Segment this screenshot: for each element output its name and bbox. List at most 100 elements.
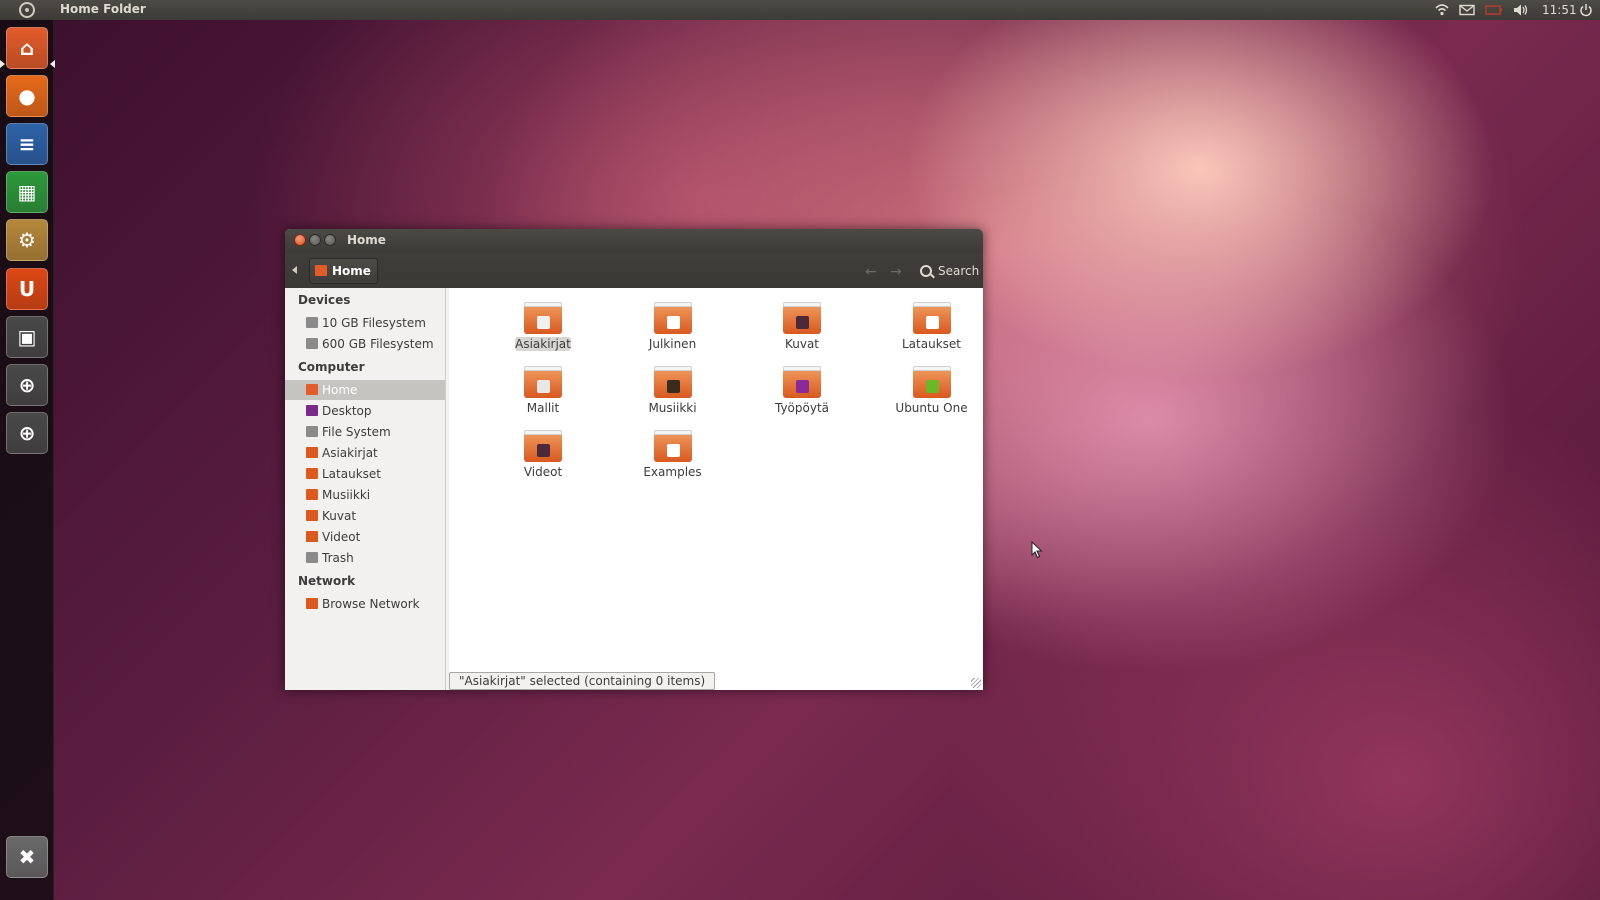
folder-examples[interactable]: Examples <box>613 426 733 486</box>
home-folder-icon: ⌂ <box>19 36 35 60</box>
sidebar-item-asiakirjat[interactable]: Asiakirjat <box>285 443 445 463</box>
sidebar-item-label: Kuvat <box>322 509 357 523</box>
folder-kuvat[interactable]: Kuvat <box>742 298 862 358</box>
folder-mallit[interactable]: Mallit <box>483 362 603 422</box>
close-button[interactable] <box>294 234 306 246</box>
software-center-icon: ⚙ <box>18 228 36 252</box>
desktop-folder-icon <box>783 366 821 398</box>
folder-asiakirjat[interactable]: Asiakirjat <box>483 298 603 358</box>
launcher-item-dash-files[interactable]: ⊕ <box>6 412 48 454</box>
file-view: Asiakirjat Julkinen Kuvat Lataukset Mallit Mu… <box>449 288 983 690</box>
sidebar-section-network: Network <box>298 574 356 588</box>
power-icon[interactable] <box>1579 2 1593 18</box>
toolbar: Home ← → Search <box>285 253 983 288</box>
downloads-folder-icon <box>912 302 951 334</box>
documents-folder-icon <box>306 447 318 458</box>
status-bar: "Asiakirjat" selected (containing 0 item… <box>449 672 716 690</box>
files-lens-icon: ⊕ <box>18 421 36 445</box>
sidebar-item-label: Lataukset <box>322 467 381 481</box>
breadcrumb-scroll-left-icon[interactable] <box>292 266 297 274</box>
trash-icon <box>306 552 318 563</box>
mouse-pointer-icon <box>1031 541 1043 559</box>
file-label: Musiikki <box>648 401 697 415</box>
breadcrumb-home-button[interactable]: Home <box>309 258 378 284</box>
launcher-item-home-folder[interactable]: ⌂ <box>6 27 48 69</box>
resize-grip[interactable] <box>971 678 981 688</box>
desktop-icon <box>306 405 318 416</box>
drive-icon <box>306 317 318 328</box>
trash-icon: ✖ <box>18 845 36 869</box>
window-title: Home <box>347 233 386 247</box>
sidebar-item-label: 600 GB Filesystem <box>322 337 434 351</box>
file-label: Videot <box>523 465 563 479</box>
file-label: Julkinen <box>648 337 697 351</box>
app-title: Home Folder <box>60 2 146 16</box>
folder-ty-p-yt-[interactable]: Työpöytä <box>742 362 862 422</box>
active-indicator <box>50 60 55 68</box>
file-label: Ubuntu One <box>895 401 968 415</box>
sidebar-item-label: Desktop <box>322 404 372 418</box>
launcher-item-writer[interactable]: ≡ <box>6 123 48 165</box>
sidebar-section-devices: Devices <box>298 293 351 307</box>
sidebar-item-kuvat[interactable]: Kuvat <box>285 506 445 526</box>
title-bar[interactable]: Home <box>285 229 983 253</box>
launcher-item-calc[interactable]: ▦ <box>6 171 48 213</box>
launcher-item-workspaces[interactable]: ▣ <box>6 316 48 358</box>
applications-lens-icon: ⊕ <box>18 373 36 397</box>
sidebar-item-10-gb-filesystem[interactable]: 10 GB Filesystem <box>285 313 445 333</box>
search-button[interactable]: Search <box>919 262 979 280</box>
sidebar-item-browse-network[interactable]: Browse Network <box>285 594 445 614</box>
videos-folder-icon <box>306 531 318 542</box>
ubuntu-one-folder-icon <box>912 366 951 398</box>
sidebar-item-label: File System <box>322 425 391 439</box>
launcher-item-trash[interactable]: ✖ <box>6 836 48 878</box>
sidebar-item-label: 10 GB Filesystem <box>322 316 426 330</box>
search-label: Search <box>938 264 980 278</box>
sidebar-item-label: Asiakirjat <box>322 446 378 460</box>
folder-ubuntu-one[interactable]: Ubuntu One <box>872 362 992 422</box>
launcher-item-software-center[interactable]: ⚙ <box>6 219 48 261</box>
sidebar-item-lataukset[interactable]: Lataukset <box>285 464 445 484</box>
folder-videot[interactable]: Videot <box>483 426 603 486</box>
sidebar-item-label: Videot <box>322 530 361 544</box>
drive-icon <box>306 338 318 349</box>
sidebar-item-videot[interactable]: Videot <box>285 527 445 547</box>
file-label: Kuvat <box>784 337 820 351</box>
filesystem-icon <box>306 426 318 437</box>
workspace-switcher-icon: ▣ <box>17 325 37 349</box>
places-sidebar: Devices 10 GB Filesystem 600 GB Filesystem… <box>285 288 446 690</box>
sidebar-item-home[interactable]: Home <box>285 380 445 400</box>
clock[interactable]: 11:51 <box>1542 2 1577 18</box>
folder-lataukset[interactable]: Lataukset <box>872 298 992 358</box>
writer-icon: ≡ <box>18 132 36 156</box>
sidebar-item-trash[interactable]: Trash <box>285 548 445 568</box>
launcher-item-dash-applications[interactable]: ⊕ <box>6 364 48 406</box>
music-folder-icon <box>306 489 318 500</box>
launcher-item-firefox[interactable]: ● <box>6 75 48 117</box>
sidebar-item-600-gb-filesystem[interactable]: 600 GB Filesystem <box>285 334 445 354</box>
folder-musiikki[interactable]: Musiikki <box>613 362 733 422</box>
volume-icon[interactable] <box>1512 2 1530 18</box>
battery-icon[interactable] <box>1485 2 1503 18</box>
network-icon <box>306 598 318 609</box>
mail-icon[interactable] <box>1459 2 1475 18</box>
back-arrow-icon[interactable]: ← <box>865 264 877 280</box>
templates-folder-icon <box>524 366 562 398</box>
sidebar-item-label: Home <box>322 383 358 397</box>
public-folder-icon <box>653 302 692 334</box>
file-manager-window: Home Home ← → Search Devices 10 GB Filesy… <box>285 229 983 690</box>
minimize-button[interactable] <box>309 234 321 246</box>
file-label: Examples <box>643 465 702 479</box>
search-icon <box>920 265 932 277</box>
sidebar-section-computer: Computer <box>298 360 365 374</box>
sidebar-item-musiikki[interactable]: Musiikki <box>285 485 445 505</box>
launcher: ⌂ ● ≡ ▦ ⚙ U ▣ ⊕ ⊕ ✖ <box>0 20 55 900</box>
sidebar-item-file-system[interactable]: File System <box>285 422 445 442</box>
ubuntu-logo-icon[interactable] <box>19 2 35 18</box>
forward-arrow-icon[interactable]: → <box>890 264 902 280</box>
maximize-button[interactable] <box>324 234 336 246</box>
launcher-item-ubuntu-one[interactable]: U <box>6 268 48 310</box>
wifi-icon[interactable] <box>1434 2 1450 18</box>
sidebar-item-desktop[interactable]: Desktop <box>285 401 445 421</box>
folder-julkinen[interactable]: Julkinen <box>613 298 733 358</box>
